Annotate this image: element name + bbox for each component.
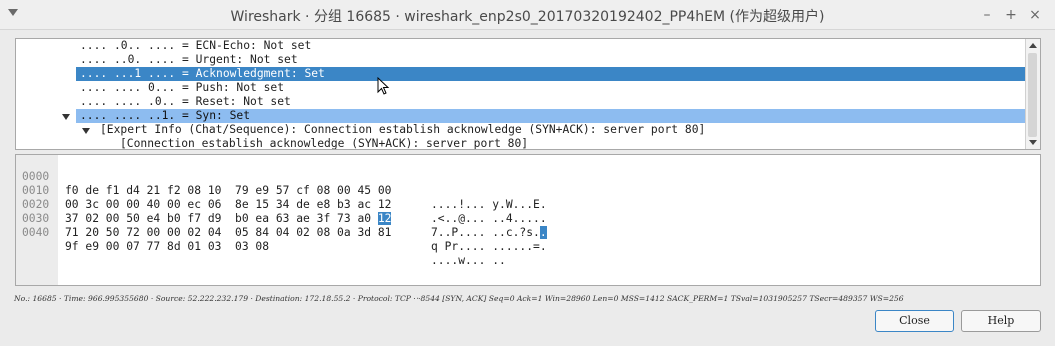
help-button[interactable]: Help (961, 310, 1041, 332)
packet-summary-status: No.: 16685 · Time: 966.995355680 · Sourc… (14, 294, 904, 303)
hex-ascii-selected[interactable]: . (539, 226, 547, 239)
packet-details-tree[interactable]: .... .0.. .... = ECN-Echo: Not set .... … (15, 38, 1041, 150)
hex-dump-pane[interactable]: 0000 f0 de f1 d4 21 f2 08 10 79 e9 57 cf… (15, 154, 1041, 286)
minimize-button[interactable]: – (977, 5, 997, 25)
hex-ascii[interactable]: q Pr.... ......=. (431, 240, 547, 254)
maximize-button[interactable]: + (1001, 5, 1021, 25)
mouse-cursor-icon (377, 77, 390, 95)
hex-row: 0020 37 02 00 50 e4 b0 f7 d9 b0 ea 63 ae… (16, 184, 1040, 239)
tree-row[interactable]: [Connection establish acknowledge (SYN+A… (120, 137, 528, 149)
hex-offset: 0040 (22, 226, 50, 239)
hex-ascii[interactable]: 7..P.... ..c.?s.. (431, 226, 547, 240)
tree-row-highlighted[interactable]: .... .... ..1. = Syn: Set (76, 109, 1030, 123)
hex-bytes[interactable]: 71 20 50 72 00 00 02 04 05 84 04 02 08 0… (65, 226, 391, 240)
tree-row[interactable]: [Expert Info (Chat/Sequence): Connection… (100, 123, 705, 137)
close-button[interactable]: Close (875, 310, 954, 332)
tree-row[interactable]: .... .... .0.. = Reset: Not set (80, 95, 291, 109)
hex-bytes[interactable]: 9f e9 00 07 77 8d 01 03 03 08 (65, 240, 269, 254)
tree-scrollbar[interactable] (1025, 39, 1040, 149)
hex-row: 0030 71 20 50 72 00 00 02 04 05 84 04 02… (16, 198, 1040, 253)
tree-row[interactable]: .... ..0. .... = Urgent: Not set (80, 53, 298, 67)
scroll-thumb[interactable] (1028, 53, 1037, 137)
hex-row: 0010 00 3c 00 00 40 00 ec 06 8e 15 34 de… (16, 170, 1040, 225)
title-bar: Wireshark · 分组 16685 · wireshark_enp2s0_… (0, 0, 1055, 30)
close-window-button[interactable]: × (1025, 5, 1045, 25)
tree-row[interactable]: .... .0.. .... = ECN-Echo: Not set (80, 39, 311, 53)
scroll-down-icon[interactable] (1029, 140, 1037, 145)
hex-ascii-text: 7..P.... ..c.?s. (431, 226, 540, 239)
hex-row: 0040 9f e9 00 07 77 8d 01 03 03 08 ....w… (16, 212, 1040, 267)
expand-arrow-icon[interactable] (62, 114, 70, 120)
tree-row-selected[interactable]: .... ...1 .... = Acknowledgment: Set (76, 67, 1030, 81)
hex-ascii[interactable]: ....w... .. (431, 254, 506, 268)
expand-arrow-icon[interactable] (82, 128, 90, 134)
scroll-up-icon[interactable] (1029, 43, 1037, 48)
window-title: Wireshark · 分组 16685 · wireshark_enp2s0_… (230, 9, 825, 25)
hex-row: 0000 f0 de f1 d4 21 f2 08 10 79 e9 57 cf… (16, 156, 1040, 211)
tree-row[interactable]: .... .... 0... = Push: Not set (80, 81, 284, 95)
